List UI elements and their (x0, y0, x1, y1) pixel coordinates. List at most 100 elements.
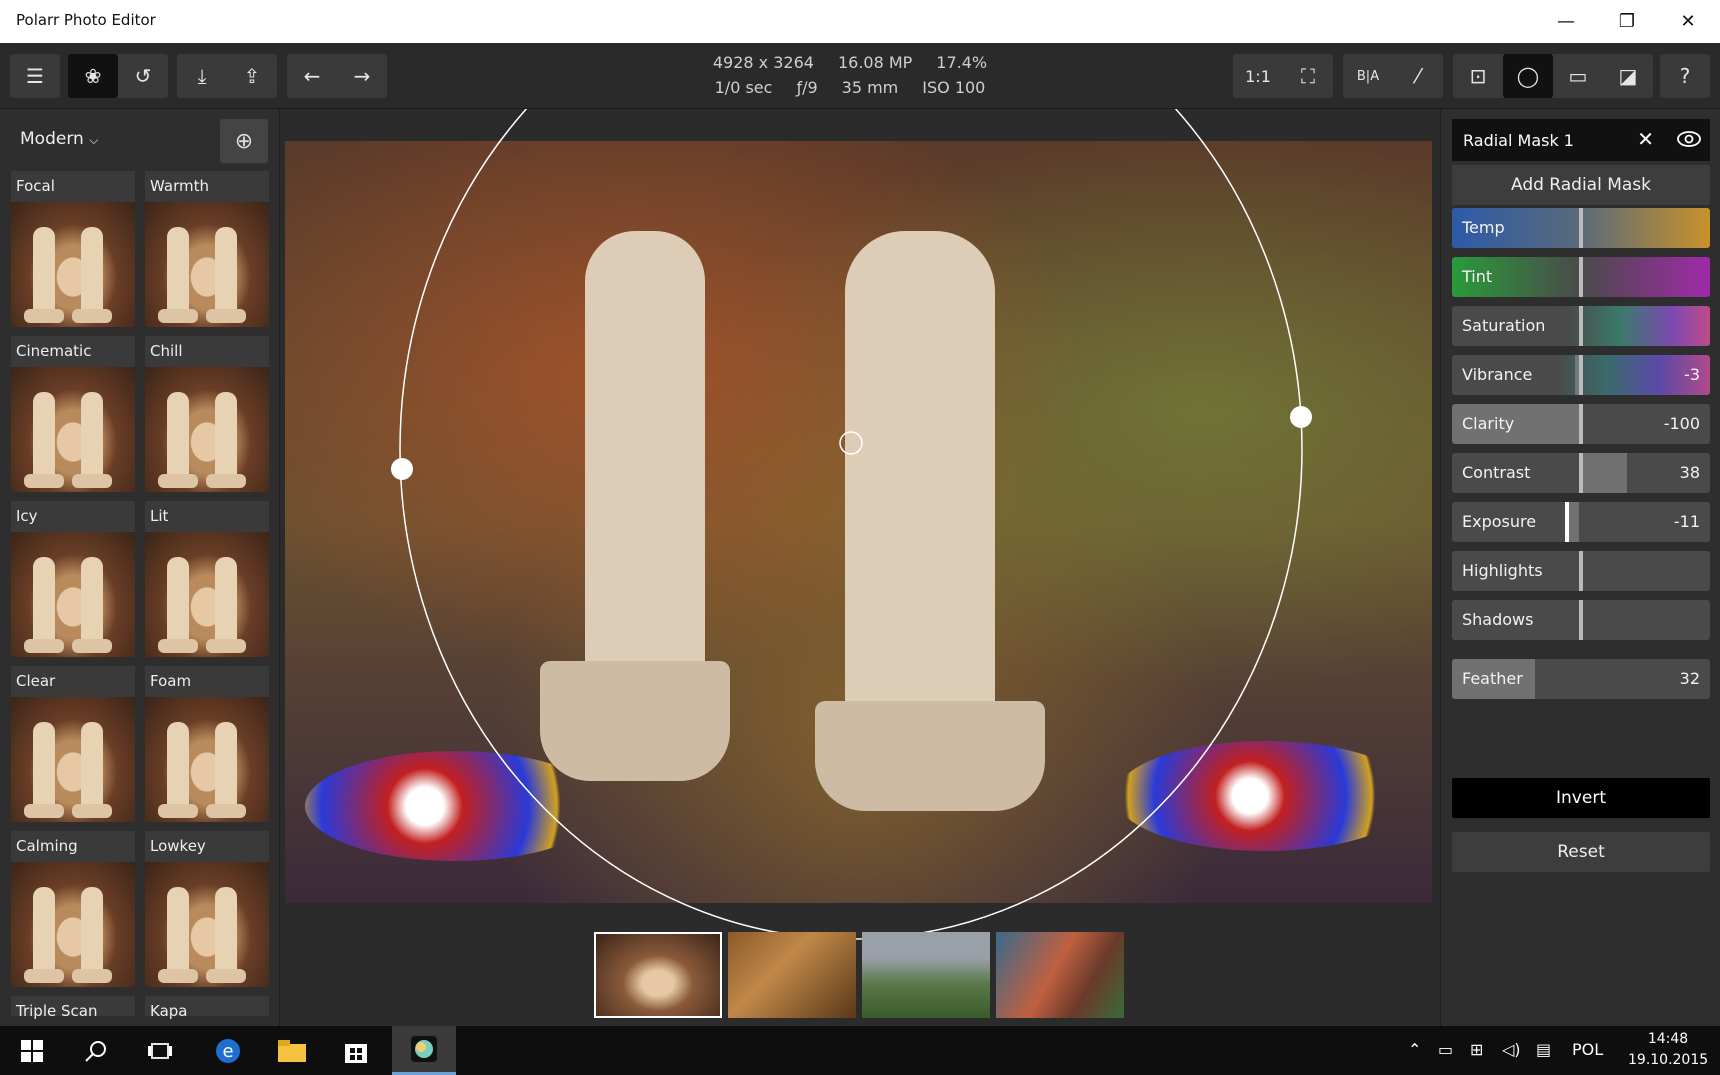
preset-category-dropdown[interactable]: Modern ⌵ (20, 129, 98, 149)
slider-shadows[interactable]: Shadows (1452, 600, 1710, 640)
svg-text:e: e (222, 1041, 233, 1062)
preset-thumbnail (11, 697, 135, 822)
preset-label: Focal (16, 177, 55, 195)
compare-icon[interactable]: B|A (1343, 54, 1393, 98)
preset-tile[interactable]: Kapa (145, 996, 269, 1020)
thumb-figure (167, 227, 189, 317)
iso: ISO 100 (922, 78, 986, 97)
preset-tile[interactable]: Focal (11, 171, 135, 327)
battery-icon[interactable]: ▭ (1438, 1040, 1453, 1059)
preset-tile[interactable]: Triple Scan (11, 996, 135, 1020)
slider-label: Saturation (1462, 316, 1546, 335)
preset-category-label: Modern (20, 129, 84, 149)
fit-screen-icon[interactable]: ⛶ (1283, 54, 1333, 98)
slider-exposure[interactable]: Exposure -11 (1452, 502, 1710, 542)
slider-center-mark (1579, 306, 1583, 346)
save-icon[interactable]: ⤓ (177, 54, 227, 98)
slider-vibrance[interactable]: Vibrance -3 (1452, 355, 1710, 395)
thumb-figure (167, 722, 189, 812)
share-icon[interactable]: ⇪ (227, 54, 277, 98)
task-view-icon[interactable] (128, 1026, 192, 1075)
preset-tile[interactable]: Clear (11, 666, 135, 822)
slider-contrast[interactable]: Contrast 38 (1452, 453, 1710, 493)
preset-tile[interactable]: Calming (11, 831, 135, 987)
thumb-figure (167, 392, 189, 482)
taskbar: e ⌃ ▭ ⊞ ◁) ▤ POL 14:48 19.10.2015 (0, 1026, 1720, 1075)
reset-button[interactable]: Reset (1452, 832, 1710, 872)
close-button[interactable]: ✕ (1660, 0, 1716, 43)
file-explorer-icon[interactable] (260, 1026, 324, 1075)
thumb-base (206, 639, 246, 653)
thumb-figure (81, 392, 103, 482)
film-thumb-2[interactable] (728, 932, 856, 1018)
preset-tile[interactable]: Foam (145, 666, 269, 822)
clock[interactable]: 14:48 19.10.2015 (1628, 1029, 1708, 1071)
store-icon[interactable] (324, 1026, 388, 1075)
preset-tile[interactable]: Icy (11, 501, 135, 657)
thumb-figure (167, 557, 189, 647)
preset-tile[interactable]: Warmth (145, 171, 269, 327)
language-indicator[interactable]: POL (1572, 1040, 1603, 1059)
network-icon[interactable]: ⊞ (1470, 1040, 1483, 1059)
maximize-button[interactable]: ❐ (1599, 0, 1655, 43)
slider-value: -3 (1684, 365, 1700, 384)
thumb-figure (215, 887, 237, 977)
slider-tint[interactable]: Tint (1452, 257, 1710, 297)
slider-feather[interactable]: Feather 32 (1452, 659, 1710, 699)
volume-icon[interactable]: ◁) (1502, 1040, 1521, 1059)
image-canvas[interactable] (281, 109, 1440, 1026)
one-to-one-button[interactable]: 1:1 (1233, 54, 1283, 98)
close-mask-icon[interactable]: ✕ (1637, 127, 1654, 151)
gradient-mask-icon[interactable]: ▭ (1553, 54, 1603, 98)
split-view-icon[interactable]: ⁄ (1393, 54, 1443, 98)
film-thumb-1[interactable] (594, 932, 722, 1018)
crop-icon[interactable]: ⊡ (1453, 54, 1503, 98)
shutter-speed: 1/0 sec (714, 78, 773, 97)
preset-label: Chill (150, 342, 183, 360)
help-group: ? (1660, 54, 1710, 98)
zoom-group: 1:1 ⛶ (1233, 54, 1333, 98)
minimize-button[interactable]: — (1538, 0, 1594, 43)
slider-center-mark (1565, 502, 1569, 542)
slider-temp[interactable]: Temp (1452, 208, 1710, 248)
preset-tile[interactable]: Lowkey (145, 831, 269, 987)
slider-saturation[interactable]: Saturation (1452, 306, 1710, 346)
chevron-up-icon[interactable]: ⌃ (1408, 1040, 1421, 1059)
preset-thumbnail (11, 532, 135, 657)
edge-browser-icon[interactable]: e (196, 1026, 260, 1075)
preset-label: Icy (16, 507, 38, 525)
radial-mask-overlay[interactable] (281, 109, 1440, 1026)
redo-icon[interactable]: → (337, 54, 387, 98)
eye-icon[interactable] (1676, 129, 1702, 153)
preset-label: Calming (16, 837, 78, 855)
start-icon[interactable] (0, 1026, 64, 1075)
image-dimensions: 4928 x 3264 (712, 53, 814, 72)
slider-label: Highlights (1462, 561, 1543, 580)
invert-button[interactable]: Invert (1452, 778, 1710, 818)
preset-thumbnail (145, 532, 269, 657)
radial-mask-icon[interactable]: ◯ (1503, 54, 1553, 98)
slider-center-mark (1579, 551, 1583, 591)
history-icon[interactable]: ↺ (118, 54, 168, 98)
search-icon[interactable] (64, 1026, 128, 1075)
preset-tile[interactable]: Lit (145, 501, 269, 657)
undo-icon[interactable]: ← (287, 54, 337, 98)
action-center-icon[interactable]: ▤ (1536, 1040, 1551, 1059)
film-thumb-4[interactable] (996, 932, 1124, 1018)
preset-thumbnail (145, 202, 269, 327)
slider-label: Vibrance (1462, 365, 1533, 384)
brush-mask-icon[interactable]: ◪ (1603, 54, 1653, 98)
preset-tile[interactable]: Cinematic (11, 336, 135, 492)
preset-tile[interactable]: Chill (145, 336, 269, 492)
help-icon[interactable]: ? (1660, 54, 1710, 98)
slider-highlights[interactable]: Highlights (1452, 551, 1710, 591)
slider-label: Contrast (1462, 463, 1531, 482)
film-thumb-3[interactable] (862, 932, 990, 1018)
add-preset-icon[interactable]: ⊕ (220, 119, 268, 163)
filters-icon[interactable]: ❀ (68, 54, 118, 98)
slider-clarity[interactable]: Clarity -100 (1452, 404, 1710, 444)
add-radial-mask-button[interactable]: Add Radial Mask (1452, 165, 1710, 205)
thumb-figure (33, 392, 55, 482)
polarr-app-icon[interactable] (392, 1026, 456, 1075)
menu-icon[interactable]: ☰ (10, 54, 60, 98)
